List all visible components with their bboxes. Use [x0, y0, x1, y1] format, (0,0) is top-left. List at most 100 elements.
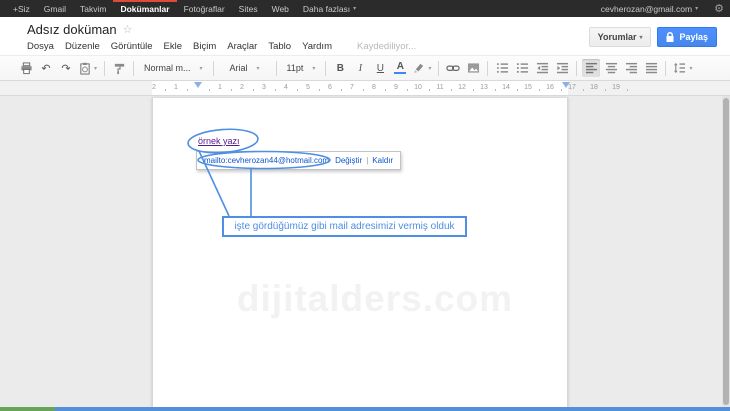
chevron-down-icon: ▾: [353, 5, 356, 12]
nav-documents[interactable]: Dokümanlar: [113, 0, 176, 17]
align-left-icon: [585, 62, 598, 74]
save-status: Kaydediliyor...: [357, 41, 416, 52]
ruler-number: 18: [590, 84, 598, 91]
nav-gmail[interactable]: Gmail: [37, 0, 73, 17]
progress-bar-remaining-segment: [55, 407, 730, 411]
ruler-tick: [495, 89, 496, 91]
video-progress-bar: [0, 407, 730, 411]
nav-more-menu[interactable]: Daha fazlası ▾: [296, 0, 363, 17]
ruler-number: 8: [372, 84, 376, 91]
insert-link-icon: [446, 62, 460, 74]
doc-header: Adsız doküman ☆ Dosya Düzenle Görüntüle …: [0, 17, 730, 55]
italic-button[interactable]: I: [351, 59, 369, 77]
print-button[interactable]: [17, 59, 35, 77]
right-indent-marker[interactable]: [562, 82, 570, 88]
menu-tools[interactable]: Araçlar: [227, 41, 257, 52]
toolbar-separator: [276, 61, 277, 76]
document-link-text[interactable]: örnek yazı: [198, 136, 240, 146]
insert-image-icon: [467, 62, 480, 74]
print-icon: [20, 62, 33, 75]
link-bubble-url[interactable]: mailto:cevherozan44@hotmail.com: [204, 156, 329, 165]
increase-indent-button[interactable]: [553, 59, 571, 77]
ruler-tick: [275, 89, 276, 91]
redo-icon: ↷: [61, 62, 70, 75]
menu-bar: Dosya Düzenle Görüntüle Ekle Biçim Araçl…: [27, 41, 416, 52]
highlight-color-icon: [413, 62, 425, 74]
decrease-indent-button[interactable]: [533, 59, 551, 77]
account-menu[interactable]: cevherozan@gmail.com ▾: [594, 4, 705, 14]
ruler-tick: [627, 89, 628, 91]
bold-button[interactable]: B: [331, 59, 349, 77]
font-family-dropdown[interactable]: Arial ▾: [219, 59, 271, 77]
menu-format[interactable]: Biçim: [193, 41, 216, 52]
menu-help[interactable]: Yardım: [302, 41, 332, 52]
menu-edit[interactable]: Düzenle: [65, 41, 100, 52]
chevron-down-icon: ▾: [257, 65, 260, 72]
annotation-callout: işte gördüğümüz gibi mail adresimizi ver…: [222, 216, 467, 237]
decrease-indent-icon: [536, 62, 549, 74]
share-button[interactable]: Paylaş: [657, 27, 717, 47]
ruler-number: 13: [480, 84, 488, 91]
redo-button[interactable]: ↷: [57, 59, 75, 77]
align-left-button[interactable]: [582, 59, 600, 77]
align-right-icon: [625, 62, 638, 74]
ruler-number: 9: [394, 84, 398, 91]
highlight-color-button[interactable]: ▾: [411, 59, 433, 77]
align-center-button[interactable]: [602, 59, 620, 77]
line-spacing-button[interactable]: ▾: [671, 59, 694, 77]
text-color-button[interactable]: A: [391, 59, 409, 77]
undo-button[interactable]: ↶: [37, 59, 55, 77]
paragraph-style-dropdown[interactable]: Normal m... ▾: [139, 59, 208, 77]
align-center-icon: [605, 62, 618, 74]
link-remove-button[interactable]: Kaldır: [372, 156, 393, 165]
gear-icon[interactable]: ⚙: [714, 2, 724, 15]
ruler-number: 19: [612, 84, 620, 91]
nav-plus-you[interactable]: +Siz: [6, 0, 37, 17]
nav-calendar[interactable]: Takvim: [73, 0, 113, 17]
toolbar-separator: [487, 61, 488, 76]
menu-view[interactable]: Görüntüle: [111, 41, 153, 52]
ruler-number: 7: [350, 84, 354, 91]
chevron-down-icon: ▾: [312, 65, 315, 72]
menu-file[interactable]: Dosya: [27, 41, 54, 52]
web-clipboard-button[interactable]: ▾: [77, 59, 99, 77]
chevron-down-icon: ▾: [689, 65, 692, 72]
nav-sites[interactable]: Sites: [232, 0, 265, 17]
vertical-scrollbar[interactable]: [722, 96, 730, 407]
numbered-list-button[interactable]: [493, 59, 511, 77]
bulleted-list-button[interactable]: [513, 59, 531, 77]
comments-button[interactable]: Yorumlar ▾: [589, 27, 652, 47]
ruler-number: 16: [546, 84, 554, 91]
left-indent-marker[interactable]: [194, 82, 202, 88]
menu-insert[interactable]: Ekle: [164, 41, 182, 52]
doc-title[interactable]: Adsız doküman: [27, 22, 117, 37]
ruler-number: 6: [328, 84, 332, 91]
font-size-dropdown[interactable]: 11pt ▾: [282, 59, 321, 77]
ruler-tick: [209, 89, 210, 91]
ruler-tick: [561, 89, 562, 91]
chevron-down-icon: ▾: [94, 65, 97, 72]
google-bar-nav: +Siz Gmail Takvim Dokümanlar Fotoğraflar…: [0, 0, 363, 17]
ruler-number: 4: [284, 84, 288, 91]
underline-button[interactable]: U: [371, 59, 389, 77]
scrollbar-thumb[interactable]: [723, 98, 729, 405]
align-justify-button[interactable]: [642, 59, 660, 77]
align-right-button[interactable]: [622, 59, 640, 77]
star-icon[interactable]: ☆: [123, 23, 133, 36]
nav-web[interactable]: Web: [265, 0, 296, 17]
insert-image-button[interactable]: [464, 59, 482, 77]
ruler-tick: [363, 89, 364, 91]
nav-photos[interactable]: Fotoğraflar: [177, 0, 232, 17]
menu-table[interactable]: Tablo: [268, 41, 291, 52]
link-change-button[interactable]: Değiştir: [335, 156, 362, 165]
ruler: 2112345678910111213141516171819: [0, 81, 730, 96]
paint-format-icon: [113, 62, 126, 75]
paint-format-button[interactable]: [110, 59, 128, 77]
ruler-number: 1: [174, 84, 178, 91]
ruler-number: 1: [218, 84, 222, 91]
insert-link-button[interactable]: [444, 59, 462, 77]
toolbar-separator: [325, 61, 326, 76]
ruler-tick: [385, 89, 386, 91]
ruler-number: 10: [414, 84, 422, 91]
text-color-icon: A: [394, 62, 406, 74]
